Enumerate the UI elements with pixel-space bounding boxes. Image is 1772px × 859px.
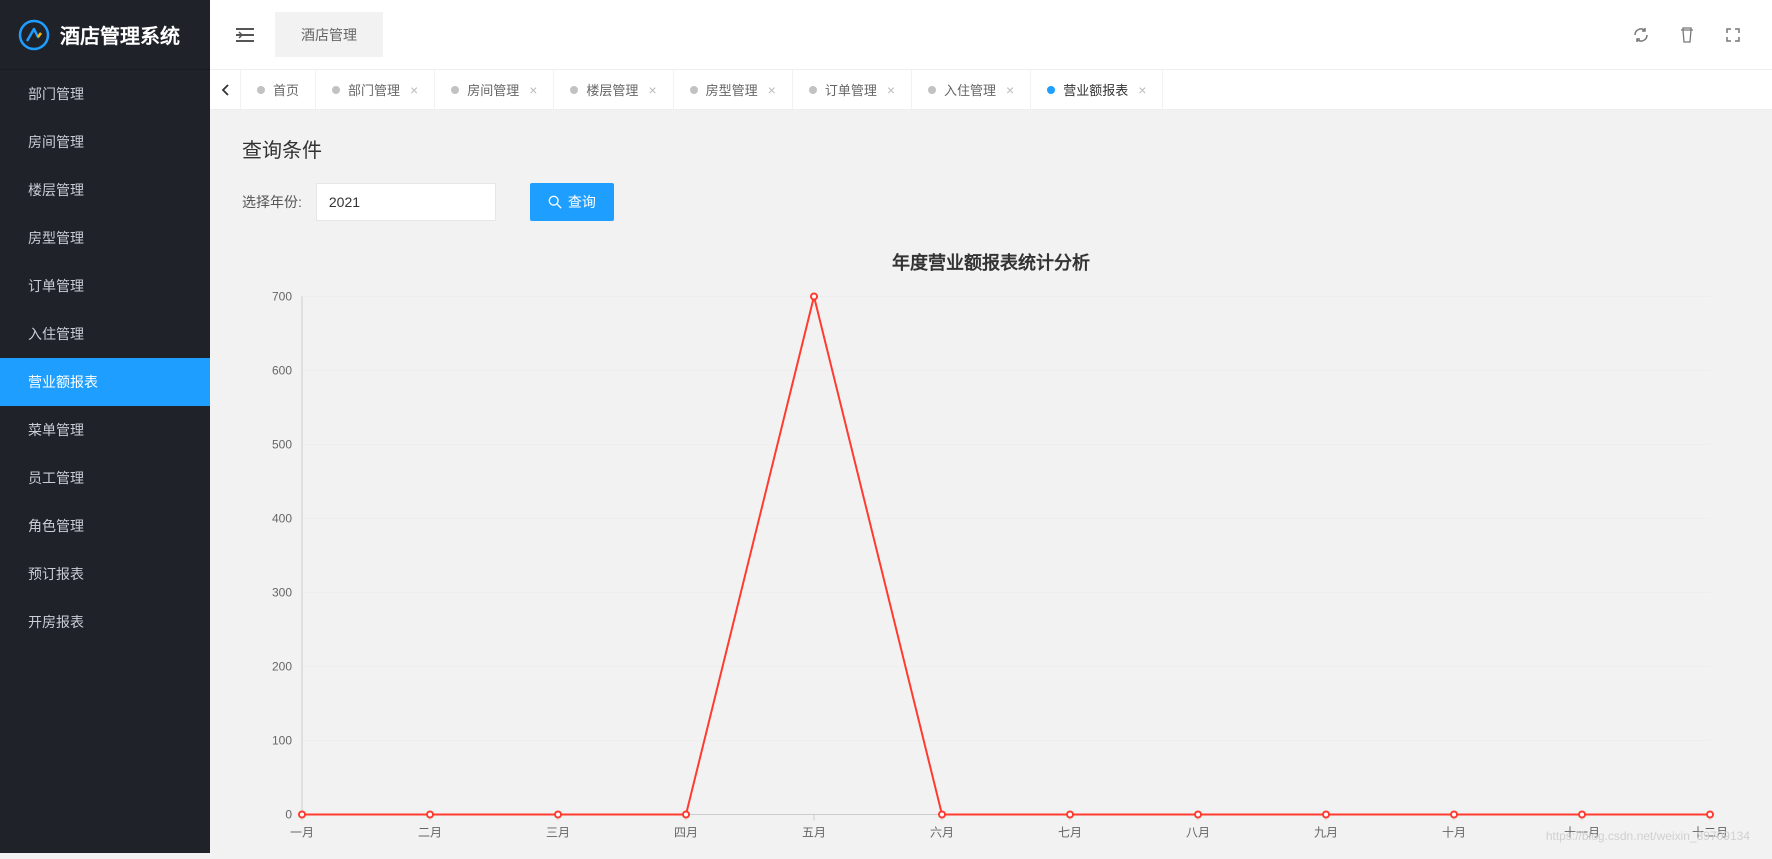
query-row: 选择年份: 查询	[242, 183, 1740, 221]
fullscreen-icon[interactable]	[1718, 20, 1748, 50]
close-icon[interactable]: ×	[410, 82, 418, 98]
app-title: 酒店管理系统	[60, 20, 180, 49]
svg-text:500: 500	[272, 438, 292, 452]
sidebar-item-5[interactable]: 入住管理	[0, 310, 210, 358]
tab-5[interactable]: 订单管理 ×	[793, 70, 912, 109]
tab-label: 首页	[273, 80, 299, 99]
year-input[interactable]	[316, 183, 496, 221]
svg-text:100: 100	[272, 734, 292, 748]
logo-icon	[18, 19, 50, 51]
svg-text:五月: 五月	[802, 826, 826, 840]
svg-text:九月: 九月	[1314, 826, 1338, 840]
svg-text:0: 0	[285, 808, 292, 822]
svg-text:七月: 七月	[1058, 826, 1082, 840]
svg-text:八月: 八月	[1186, 826, 1210, 840]
sidebar-item-0[interactable]: 部门管理	[0, 70, 210, 118]
chart-svg: 0 100 200 300 400 500 600 700 一月 二月 三月 四月 五月 六月 七月 八月 九月…	[242, 285, 1740, 856]
close-icon[interactable]: ×	[1006, 82, 1014, 98]
close-icon[interactable]: ×	[529, 82, 537, 98]
year-label: 选择年份:	[242, 192, 302, 212]
sidebar-item-4[interactable]: 订单管理	[0, 262, 210, 310]
svg-text:十一月: 十一月	[1564, 826, 1600, 840]
refresh-icon[interactable]	[1626, 20, 1656, 50]
chart-title: 年度营业额报表统计分析	[242, 249, 1740, 275]
tab-dot-icon	[690, 86, 698, 94]
main: 酒店管理 首页部门管理×房间管理×楼层管理×房型管理×订单管理×入住管理×营业额…	[210, 0, 1772, 853]
tab-label: 楼层管理	[586, 80, 638, 99]
svg-text:三月: 三月	[546, 826, 570, 840]
tab-0[interactable]: 首页	[240, 70, 316, 109]
chart-box: 0 100 200 300 400 500 600 700 一月 二月 三月 四月 五月 六月 七月 八月 九月…	[242, 285, 1740, 856]
close-icon[interactable]: ×	[768, 82, 776, 98]
tab-dot-icon	[928, 86, 936, 94]
sidebar-item-6[interactable]: 营业额报表	[0, 358, 210, 406]
sidebar-item-8[interactable]: 员工管理	[0, 454, 210, 502]
sidebar-item-9[interactable]: 角色管理	[0, 502, 210, 550]
search-icon	[548, 195, 562, 209]
sidebar: 酒店管理系统 部门管理房间管理楼层管理房型管理订单管理入住管理营业额报表菜单管理…	[0, 0, 210, 853]
svg-text:四月: 四月	[674, 826, 698, 840]
topbar-tab-hotel-mgmt[interactable]: 酒店管理	[275, 12, 383, 57]
tab-dot-icon	[257, 86, 265, 94]
tab-label: 部门管理	[348, 80, 400, 99]
tab-dot-icon	[570, 86, 578, 94]
close-icon[interactable]: ×	[648, 82, 656, 98]
tab-1[interactable]: 部门管理 ×	[316, 70, 435, 109]
topbar-tab-label: 酒店管理	[301, 25, 357, 45]
logo-row: 酒店管理系统	[0, 0, 210, 70]
close-icon[interactable]: ×	[1138, 82, 1146, 98]
tab-dot-icon	[332, 86, 340, 94]
svg-text:700: 700	[272, 290, 292, 304]
svg-text:300: 300	[272, 586, 292, 600]
svg-text:六月: 六月	[930, 826, 954, 840]
sidebar-item-7[interactable]: 菜单管理	[0, 406, 210, 454]
tab-label: 房间管理	[467, 80, 519, 99]
topbar-right	[1626, 20, 1762, 50]
sidebar-item-2[interactable]: 楼层管理	[0, 166, 210, 214]
sidebar-item-11[interactable]: 开房报表	[0, 598, 210, 646]
tab-label: 房型管理	[706, 80, 758, 99]
tab-3[interactable]: 楼层管理 ×	[554, 70, 673, 109]
chart-wrap: 年度营业额报表统计分析 0 100 200 300 400 500 600 700 一月 二月 三月…	[242, 249, 1740, 853]
sidebar-item-3[interactable]: 房型管理	[0, 214, 210, 262]
content: 查询条件 选择年份: 查询 年度营业额报表统计分析 0 100 200 300 400 5…	[210, 110, 1772, 853]
tab-label: 营业额报表	[1063, 80, 1128, 99]
svg-text:一月: 一月	[290, 826, 314, 840]
topbar: 酒店管理	[210, 0, 1772, 70]
search-button[interactable]: 查询	[530, 183, 614, 221]
tab-6[interactable]: 入住管理 ×	[912, 70, 1031, 109]
tabs-scroll-left-icon[interactable]	[210, 70, 240, 109]
close-icon[interactable]: ×	[887, 82, 895, 98]
svg-text:十月: 十月	[1442, 826, 1466, 840]
tab-list: 首页 部门管理 × 房间管理 × 楼层管理 × 房型管理 × 订单管理 × 入住管理 × 营业额报表 ×	[240, 70, 1772, 109]
trash-icon[interactable]	[1672, 20, 1702, 50]
tab-2[interactable]: 房间管理 ×	[435, 70, 554, 109]
svg-text:200: 200	[272, 660, 292, 674]
search-button-label: 查询	[568, 192, 596, 212]
svg-text:二月: 二月	[418, 826, 442, 840]
tab-dot-icon	[1047, 86, 1055, 94]
menu-toggle-icon[interactable]	[220, 10, 270, 60]
tab-4[interactable]: 房型管理 ×	[674, 70, 793, 109]
sidebar-item-10[interactable]: 预订报表	[0, 550, 210, 598]
side-menu: 部门管理房间管理楼层管理房型管理订单管理入住管理营业额报表菜单管理员工管理角色管…	[0, 70, 210, 646]
tab-strip: 首页 部门管理 × 房间管理 × 楼层管理 × 房型管理 × 订单管理 × 入住管理 × 营业额报表 ×	[210, 70, 1772, 110]
svg-text:600: 600	[272, 364, 292, 378]
tab-label: 订单管理	[825, 80, 877, 99]
tab-dot-icon	[809, 86, 817, 94]
query-section-title: 查询条件	[242, 134, 1740, 163]
sidebar-item-1[interactable]: 房间管理	[0, 118, 210, 166]
svg-text:400: 400	[272, 512, 292, 526]
svg-text:十二月: 十二月	[1692, 826, 1728, 840]
tab-label: 入住管理	[944, 80, 996, 99]
tab-dot-icon	[451, 86, 459, 94]
tab-7[interactable]: 营业额报表 ×	[1031, 70, 1163, 109]
